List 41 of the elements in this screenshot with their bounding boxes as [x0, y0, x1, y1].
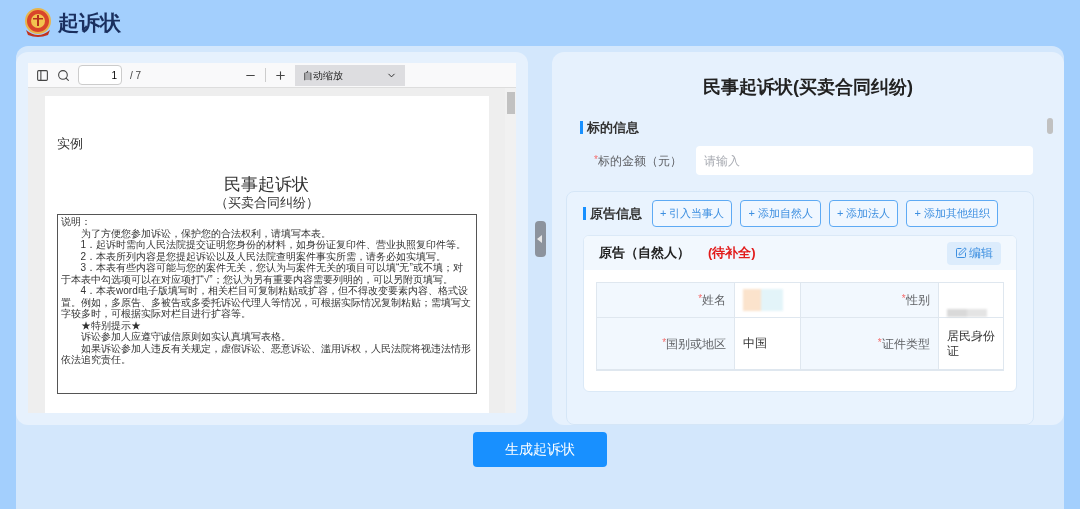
notice-paragraph: 为了方便您参加诉讼，保护您的合法权利，请填写本表。: [79, 227, 332, 239]
notice-paragraph: 如果诉讼参加人违反有关规定，虚假诉讼、恶意诉讼、滥用诉权，人民法院将视违法情形依法追究责任。: [60, 342, 472, 366]
notice-heading: 说明：: [60, 216, 92, 228]
label-cell: *国别或地区: [597, 318, 736, 369]
notice-paragraph: 4．本表word电子版填写时，相关栏目可复制粘贴或扩容，但不得改变要素内容、格式设置。例如，多原告、多被告或多委托诉讼代理人等情况，可根据实际情况复制粘贴；需填写文字较多时，可根据实际对栏目进行扩容等。: [60, 285, 472, 320]
add-party-button[interactable]: + 添加其他组织: [906, 200, 998, 227]
edit-button[interactable]: 编辑: [947, 241, 1001, 265]
sidebar-toggle-icon[interactable]: [36, 68, 49, 82]
zoom-select[interactable]: 自动缩放: [295, 64, 405, 86]
generate-button[interactable]: 生成起诉状: [473, 432, 607, 467]
zoom-in-icon[interactable]: [274, 68, 287, 82]
page-title: 起诉状: [58, 10, 121, 37]
edit-icon: [955, 247, 967, 259]
notice-paragraph: 1．起诉时需向人民法院提交证明您身份的材料，如身份证复印件、营业执照复印件等。: [79, 239, 468, 250]
add-party-button[interactable]: + 添加法人: [828, 200, 899, 227]
notice-paragraph: 2．本表所列内容是您提起诉讼以及人民法院查明案件事实所需，请务必如实填写。: [79, 250, 447, 262]
section-heading: 原告信息: [583, 207, 642, 220]
label-cell: *姓名: [597, 283, 736, 317]
notice-paragraph: ★特别提示★: [79, 319, 142, 331]
notice-paragraph: 3．本表有些内容可能与您的案件无关，您认为与案件无关的项目可以填“无”或不填；对于本表中勾选项可以在对应项打“√”；您认为另有重要内容需要列明的，可以另附页填写。: [60, 262, 464, 285]
document-label: 实例: [56, 135, 84, 153]
emblem-icon: [24, 8, 52, 38]
add-party-button[interactable]: + 引入当事人: [652, 200, 733, 227]
amount-field[interactable]: 请输入: [696, 146, 1033, 175]
scrollbar-thumb[interactable]: [1047, 118, 1053, 134]
notice-paragraph: 诉讼参加人应遵守诚信原则如实认真填写表格。: [79, 331, 292, 343]
document-subtitle: （买卖合同纠纷）: [213, 194, 320, 211]
add-party-button[interactable]: + 添加自然人: [740, 200, 821, 227]
page-number-field[interactable]: 1: [78, 65, 122, 85]
document-title: 民事起诉状: [223, 173, 310, 195]
label-cell: *性别: [800, 283, 939, 317]
search-icon[interactable]: [57, 68, 70, 82]
collapse-handle[interactable]: [534, 220, 546, 257]
table-cell: 居民身份证: [946, 328, 995, 359]
label-cell: *证件类型: [800, 318, 939, 369]
page-count: / 7: [130, 68, 142, 83]
form-title: 民事起诉状(买卖合同纠纷): [702, 76, 914, 99]
party-title: 原告（自然人）: [599, 244, 690, 263]
table-cell: 中国: [743, 336, 768, 351]
field-label: *标的金额（元）: [594, 152, 683, 170]
status-text: (待补全): [708, 244, 756, 263]
